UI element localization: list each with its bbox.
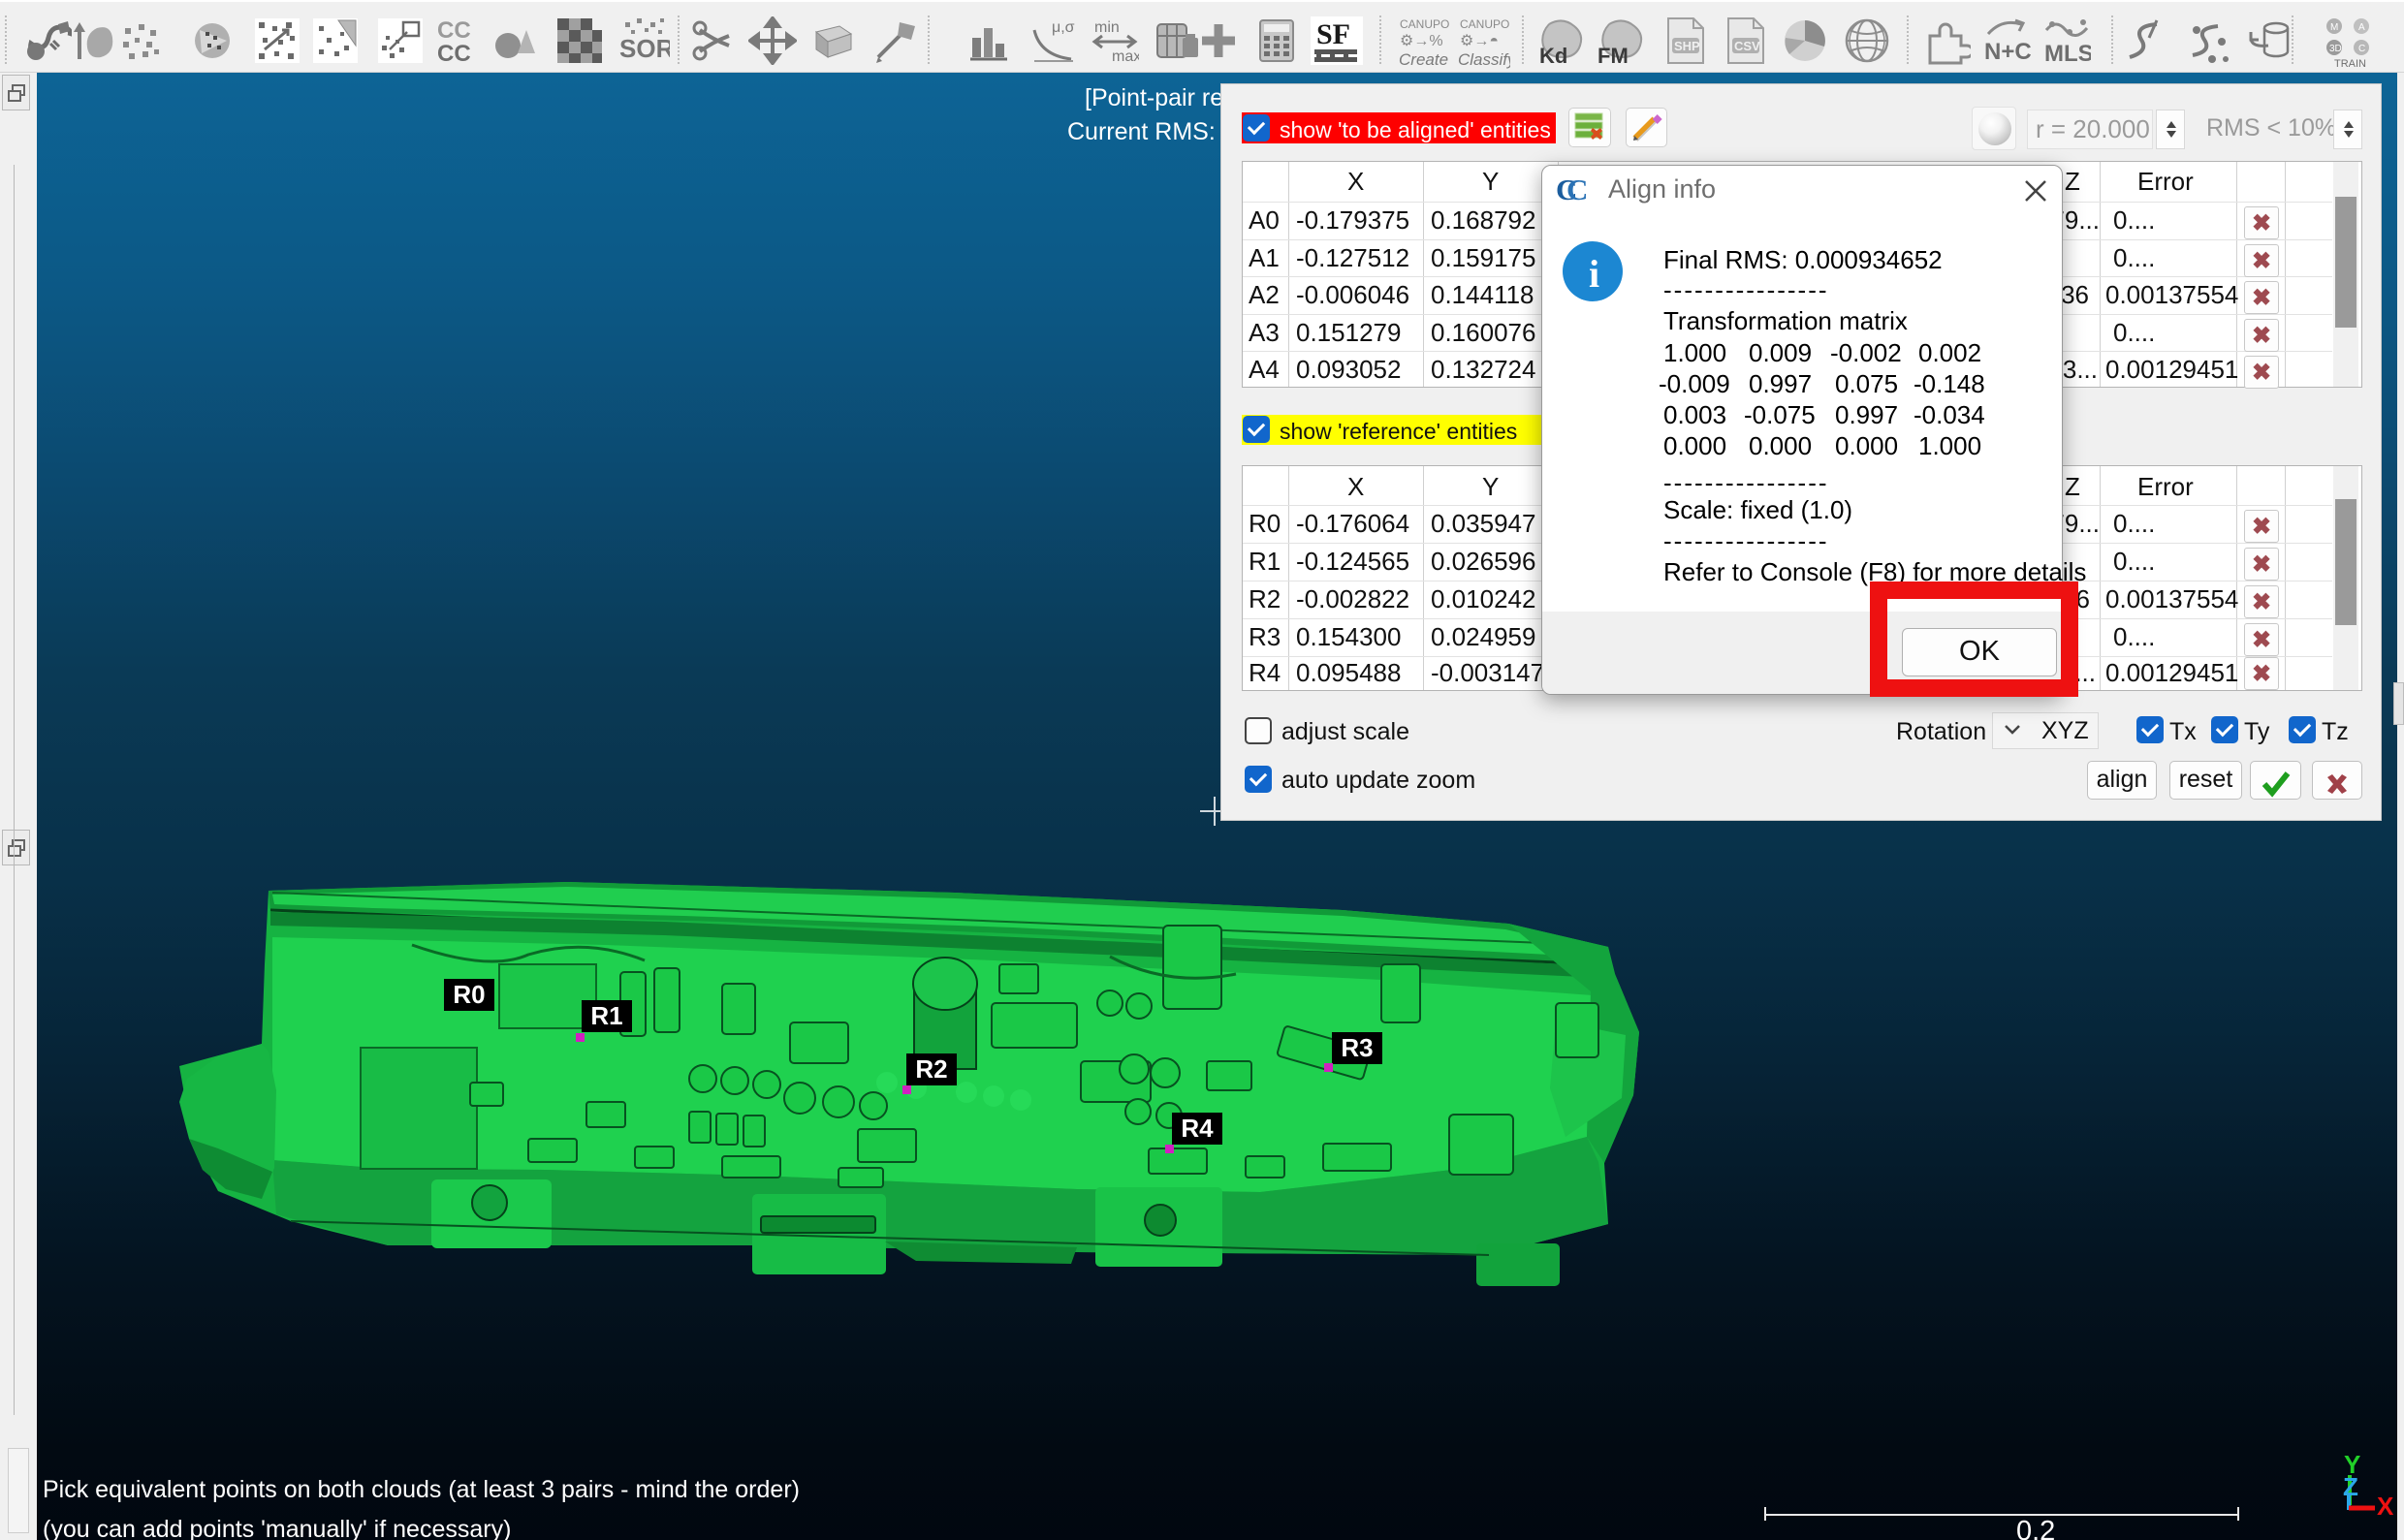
- svg-text:FM: FM: [1597, 44, 1629, 68]
- svg-text:X: X: [2377, 1492, 2394, 1517]
- svg-text:A: A: [2358, 22, 2365, 33]
- svg-text:⚙→%: ⚙→%: [1400, 33, 1443, 49]
- svg-text:Kd: Kd: [1539, 44, 1567, 68]
- svg-text:TRAIN: TRAIN: [2334, 58, 2366, 69]
- svg-text:M: M: [2330, 22, 2338, 33]
- svg-text:C: C: [1566, 176, 1588, 204]
- svg-text:N+C: N+C: [1984, 39, 2031, 65]
- svg-text:CC: CC: [437, 41, 471, 65]
- svg-text:C: C: [2358, 44, 2365, 54]
- svg-text:μ,σ: μ,σ: [1052, 19, 1075, 36]
- svg-text:CANUPO: CANUPO: [1460, 17, 1509, 31]
- svg-text:SOR: SOR: [619, 34, 670, 63]
- svg-text:CC: CC: [437, 17, 471, 44]
- svg-text:3D: 3D: [2329, 44, 2342, 54]
- svg-text:Create: Create: [1399, 50, 1448, 69]
- svg-text:max: max: [1112, 48, 1139, 65]
- svg-text:CANUPO: CANUPO: [1400, 17, 1449, 31]
- svg-text:SF: SF: [1316, 18, 1350, 50]
- svg-text:min: min: [1094, 19, 1120, 36]
- svg-text:⚙→◓: ⚙→◓: [1460, 33, 1499, 49]
- svg-text:Classify: Classify: [1458, 50, 1510, 69]
- svg-text:SHP: SHP: [1674, 39, 1700, 53]
- svg-text:MLS: MLS: [2044, 41, 2091, 67]
- svg-text:CSV: CSV: [1734, 39, 1760, 53]
